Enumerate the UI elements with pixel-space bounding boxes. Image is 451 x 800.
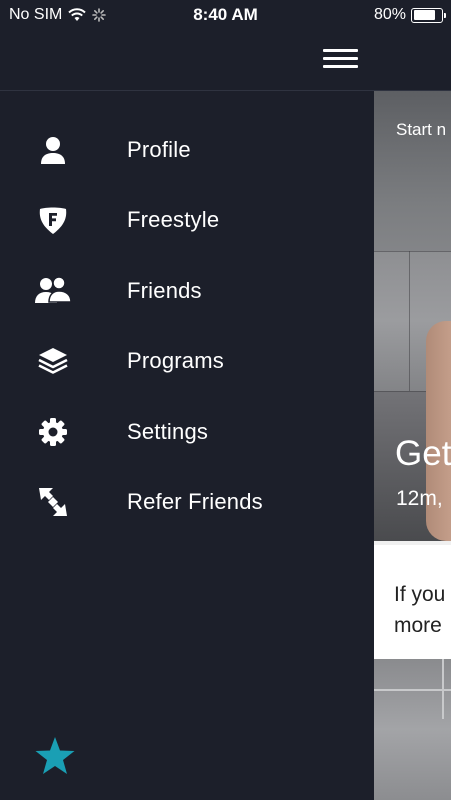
menu-label-freestyle: Freestyle [127, 207, 220, 232]
menu-label-settings: Settings [127, 419, 209, 444]
info-card[interactable]: If you more [374, 541, 451, 659]
menu-item-settings[interactable]: Settings [0, 402, 374, 462]
card-line-2: more [394, 614, 442, 637]
hero-seam [409, 251, 410, 391]
status-bar: No SIM 8:40 AM 80% [0, 0, 451, 30]
second-hero-image[interactable] [374, 659, 451, 800]
menu-label-programs: Programs [127, 348, 224, 373]
refer-arrows-icon [30, 482, 76, 522]
hero-seam [374, 251, 451, 252]
menu-item-friends[interactable]: Friends [0, 261, 374, 321]
hero2-line [442, 659, 444, 719]
layers-icon [30, 341, 76, 381]
card-line-1: If you [394, 583, 446, 606]
hero-start-text: Start n [396, 120, 447, 139]
gear-icon [30, 412, 76, 452]
friends-icon [30, 271, 76, 311]
hero-title: Get [395, 434, 451, 473]
menu-item-freestyle[interactable]: Freestyle [0, 190, 374, 250]
battery-percent: 80% [373, 6, 406, 23]
hamburger-icon[interactable] [323, 49, 358, 71]
menu-label-refer-friends: Refer Friends [127, 489, 263, 514]
star-icon[interactable] [34, 735, 76, 777]
menu-item-programs[interactable]: Programs [0, 331, 374, 391]
person-icon [30, 130, 76, 170]
battery-icon [411, 7, 446, 23]
hero2-line [374, 689, 451, 691]
app-header [0, 30, 451, 91]
freestyle-badge-icon [30, 200, 76, 240]
main-content-peek: Start n Get 12m, If you more [374, 91, 451, 800]
battery-cap [443, 12, 446, 18]
battery-level [413, 10, 435, 20]
menu-label-profile: Profile [127, 137, 191, 162]
side-drawer: Profile Freestyle Friends Programs Setti… [0, 91, 374, 800]
menu-item-profile[interactable]: Profile [0, 120, 374, 180]
hero-meta: 12m, [396, 487, 443, 510]
menu-label-friends: Friends [127, 278, 202, 303]
status-right: 80% [373, 6, 446, 24]
card-text: If you more [394, 579, 445, 641]
menu-item-refer-friends[interactable]: Refer Friends [0, 472, 374, 532]
